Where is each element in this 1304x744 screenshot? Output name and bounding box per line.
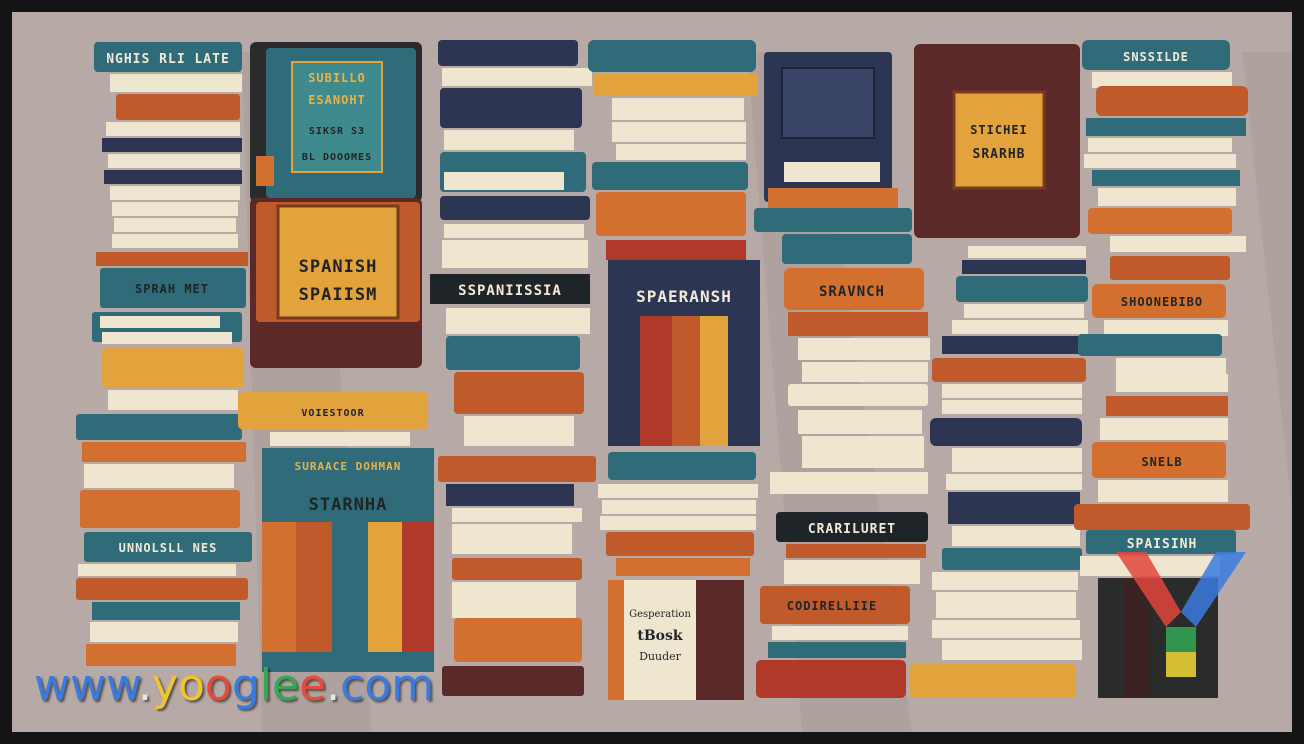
bookshelf-illustration: NGHIS RLI LATE SPRAH MET UNNOLSLL NES SU… — [12, 12, 1292, 732]
book-label: NGHIS RLI LATE — [106, 52, 230, 67]
watermark-letter: l — [259, 660, 273, 711]
watermark-letter: . — [326, 660, 341, 711]
book-label: ESANOHT — [308, 93, 366, 107]
watermark-letter: m — [391, 660, 435, 711]
watermark-letter: y — [151, 660, 178, 711]
book-label: UNNOLSLL NES — [119, 541, 218, 555]
watermark-letter: w — [106, 660, 138, 711]
image-frame: NGHIS RLI LATE SPRAH MET UNNOLSLL NES SU… — [12, 12, 1292, 732]
book-label: SRAVNCH — [819, 284, 885, 300]
logo-stroke-right — [1181, 552, 1246, 627]
book-label: SNSSILDE — [1123, 50, 1189, 64]
book-label: tBosk — [637, 628, 683, 644]
watermark-text: www.yooglee.com — [34, 660, 434, 711]
book-label: SUBILLO — [308, 71, 366, 85]
watermark-letter: o — [364, 660, 392, 711]
book-label: SSPANIISSIA — [458, 283, 562, 299]
book-label: SHOONEBIBO — [1121, 295, 1203, 309]
watermark-letter: o — [178, 660, 205, 711]
book-label: Gesperation — [629, 609, 691, 620]
book-label: SPAERANSH — [636, 287, 732, 306]
logo-stroke-left — [1116, 552, 1181, 627]
book-stack-2: SUBILLO ESANOHT SIKSR S3 BL DOOOMES SPAN… — [238, 42, 434, 672]
book-label: Duuder — [639, 650, 682, 663]
book-label: BL DOOOMES — [302, 152, 372, 163]
book-label: SIKSR S3 — [309, 126, 365, 137]
watermark-letter: g — [231, 660, 260, 711]
logo-stroke-base — [1166, 652, 1196, 677]
watermark-letter: c — [340, 660, 365, 711]
book-label: SPRAH MET — [135, 282, 209, 296]
watermark-letter: e — [299, 660, 327, 711]
book-label: SURAACE DOHMAN — [295, 460, 402, 473]
book-label: CODIRELLIIE — [787, 599, 877, 613]
watermark-letter: e — [272, 660, 300, 711]
book-label: STICHEI — [970, 123, 1028, 137]
book-label: STARNHA — [309, 495, 388, 515]
book-label: SRARHB — [973, 147, 1026, 162]
book-stack-4: SPAERANSH Gesperation tBosk Duuder — [588, 40, 760, 700]
watermark-letter: o — [204, 660, 232, 711]
watermark-logo-icon — [1116, 552, 1246, 677]
book-label: SPAIISM — [299, 285, 378, 305]
book-stack-3: SSPANIISSIA — [430, 40, 596, 696]
book-label: VOIESTOOR — [301, 408, 364, 419]
book-stack-6: STICHEI SRARHB — [910, 44, 1088, 698]
book-label: SNELB — [1141, 455, 1182, 469]
watermark-letter: w — [34, 660, 70, 711]
book-label: SPAISINH — [1127, 537, 1198, 552]
book-label: SPANISH — [299, 257, 378, 277]
watermark-letter: . — [137, 660, 152, 711]
watermark-letter: w — [70, 660, 106, 711]
book-label: CRARILURET — [808, 522, 896, 537]
